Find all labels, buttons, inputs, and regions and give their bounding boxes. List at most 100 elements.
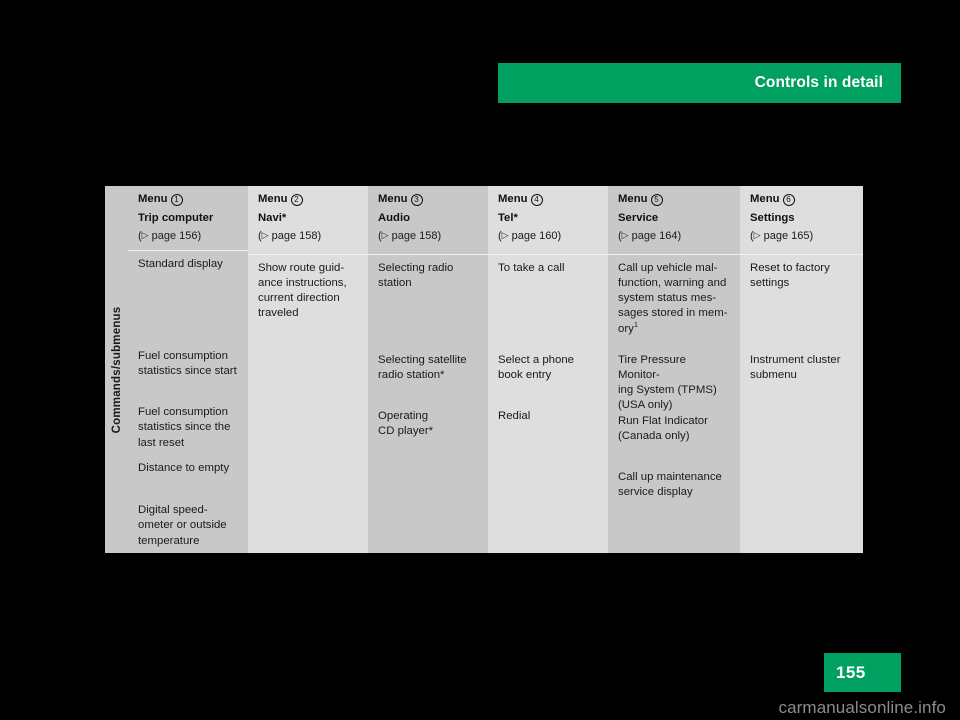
column-page-reference: (▷ page 158) xyxy=(378,230,442,243)
document-page: Controls in detail Commands/submenus Men… xyxy=(0,0,960,720)
entry-slot: Digital speed- ometer or outside tempera… xyxy=(138,503,238,548)
list-item: Fuel consumption statistics since start xyxy=(138,350,237,378)
table-column-settings: Menu 6 Settings (▷ page 165) Reset to fa… xyxy=(740,186,863,553)
list-item: Standard display xyxy=(138,258,223,271)
menu-word: Menu xyxy=(498,193,528,206)
entry-slot: Instrument cluster submenu xyxy=(750,353,853,409)
column-menu-line: Menu 1 xyxy=(138,194,238,206)
list-item: To take a call xyxy=(498,262,565,274)
column-title: Audio xyxy=(378,212,410,224)
page-number: 155 xyxy=(836,662,866,682)
row-label-commands-submenus: Commands/submenus xyxy=(110,306,123,433)
circled-number-icon: 2 xyxy=(290,194,303,206)
list-item: Reset to factory settings xyxy=(750,262,830,290)
entry-slot: To take a call xyxy=(498,261,598,353)
entry-slot: Reset to factory settings xyxy=(750,261,853,353)
page-reference-text: page 165 xyxy=(763,230,810,243)
entry-slot: Fuel consumption statistics since start xyxy=(138,349,238,405)
page-reference-text: page 156 xyxy=(151,230,198,243)
list-item: Fuel consumption statistics since the la… xyxy=(138,406,231,449)
triangle-icon: ▷ xyxy=(501,230,509,241)
entry-slot: Run Flat Indicator (Canada only) xyxy=(618,414,730,470)
column-page-reference: (▷ page 164) xyxy=(618,230,682,243)
column-title: Navi* xyxy=(258,212,287,224)
list-item: Run Flat Indicator (Canada only) xyxy=(618,414,708,442)
triangle-icon: ▷ xyxy=(753,230,761,241)
list-item: Call up maintenance service display xyxy=(618,470,722,498)
footnote-marker: 1 xyxy=(633,319,638,329)
triangle-icon: ▷ xyxy=(621,230,629,241)
column-page-reference: (▷ page 158) xyxy=(258,230,322,243)
list-item: Selecting radio station xyxy=(378,262,454,290)
column-title: Service xyxy=(618,212,659,224)
column-title: Settings xyxy=(750,212,795,224)
column-title: Trip computer xyxy=(138,212,214,224)
column-page-reference: (▷ page 160) xyxy=(498,230,562,243)
entry-slot: Redial xyxy=(498,409,598,465)
menu-word: Menu xyxy=(258,193,288,206)
column-body: Reset to factory settings Instrument clu… xyxy=(740,255,863,553)
entry-slot: Selecting satellite radio station* xyxy=(378,353,478,409)
menu-overview-table: Commands/submenus Menu 1 Trip computer (… xyxy=(105,186,863,553)
table-row-label-spine: Commands/submenus xyxy=(105,186,128,553)
list-item: Select a phone book entry xyxy=(498,354,574,382)
column-body: Standard display Fuel consumption statis… xyxy=(128,251,248,558)
menu-word: Menu xyxy=(378,193,408,206)
triangle-icon: ▷ xyxy=(141,230,149,241)
page-reference-text: page 158 xyxy=(271,230,318,243)
circled-number-icon: 5 xyxy=(650,194,663,206)
list-item: Show route guid- ance instructions, curr… xyxy=(258,262,347,320)
column-header: Menu 4 Tel* (▷ page 160) xyxy=(488,186,608,255)
entry-slot: Operating CD player* xyxy=(378,409,478,465)
watermark: carmanualsonline.info xyxy=(778,698,946,717)
column-menu-line: Menu 2 xyxy=(258,194,358,206)
page-reference-text: page 160 xyxy=(511,230,558,243)
entry-slot: Call up maintenance service display xyxy=(618,470,730,500)
column-header: Menu 3 Audio (▷ page 158) xyxy=(368,186,488,255)
table-columns: Menu 1 Trip computer (▷ page 156) Standa… xyxy=(128,186,863,553)
column-header: Menu 1 Trip computer (▷ page 156) xyxy=(128,186,248,252)
entry-slot: Distance to empty xyxy=(138,461,238,503)
column-body: Call up vehicle mal- function, warning a… xyxy=(608,255,740,553)
column-menu-line: Menu 5 xyxy=(618,194,730,206)
list-item: Redial xyxy=(498,410,531,422)
entry-slot: Call up vehicle mal- function, warning a… xyxy=(618,261,730,353)
page-reference-text: page 158 xyxy=(391,230,438,243)
triangle-icon: ▷ xyxy=(381,230,389,241)
page-reference-text: page 164 xyxy=(631,230,678,243)
column-header: Menu 5 Service (▷ page 164) xyxy=(608,186,740,255)
circled-number-icon: 4 xyxy=(530,194,543,206)
column-header: Menu 6 Settings (▷ page 165) xyxy=(740,186,863,255)
entry-slot: Fuel consumption statistics since the la… xyxy=(138,405,238,461)
menu-word: Menu xyxy=(138,193,168,206)
list-item: Selecting satellite radio station* xyxy=(378,354,467,382)
entry-slot: Selecting radio station xyxy=(378,261,478,353)
entry-slot: Show route guid- ance instructions, curr… xyxy=(258,261,358,353)
menu-word: Menu xyxy=(618,193,648,206)
entry-slot: Standard display xyxy=(138,257,238,349)
circled-number-icon: 3 xyxy=(410,194,423,206)
column-page-reference: (▷ page 165) xyxy=(750,230,814,243)
column-header: Menu 2 Navi* (▷ page 158) xyxy=(248,186,368,255)
table-column-tel: Menu 4 Tel* (▷ page 160) To take a call … xyxy=(488,186,608,553)
column-title: Tel* xyxy=(498,212,518,224)
entry-slot: Select a phone book entry xyxy=(498,353,598,409)
chapter-banner: Controls in detail xyxy=(498,63,901,103)
list-item: Operating CD player* xyxy=(378,410,434,438)
page-number-tab: 155 xyxy=(824,653,901,692)
column-menu-line: Menu 4 xyxy=(498,194,598,206)
entry-slot: Tire Pressure Monitor- ing System (TPMS)… xyxy=(618,353,730,414)
table-column-trip-computer: Menu 1 Trip computer (▷ page 156) Standa… xyxy=(128,186,248,553)
table-column-navi: Menu 2 Navi* (▷ page 158) Show route gui… xyxy=(248,186,368,553)
column-body: Selecting radio station Selecting satell… xyxy=(368,255,488,553)
table-column-audio: Menu 3 Audio (▷ page 158) Selecting radi… xyxy=(368,186,488,553)
table-column-service: Menu 5 Service (▷ page 164) Call up vehi… xyxy=(608,186,740,553)
list-item: Digital speed- ometer or outside tempera… xyxy=(138,504,227,547)
chapter-title: Controls in detail xyxy=(754,74,883,91)
column-menu-line: Menu 6 xyxy=(750,194,853,206)
circled-number-icon: 1 xyxy=(170,194,183,206)
column-menu-line: Menu 3 xyxy=(378,194,478,206)
menu-word: Menu xyxy=(750,193,780,206)
column-page-reference: (▷ page 156) xyxy=(138,230,202,243)
column-body: Show route guid- ance instructions, curr… xyxy=(248,255,368,553)
